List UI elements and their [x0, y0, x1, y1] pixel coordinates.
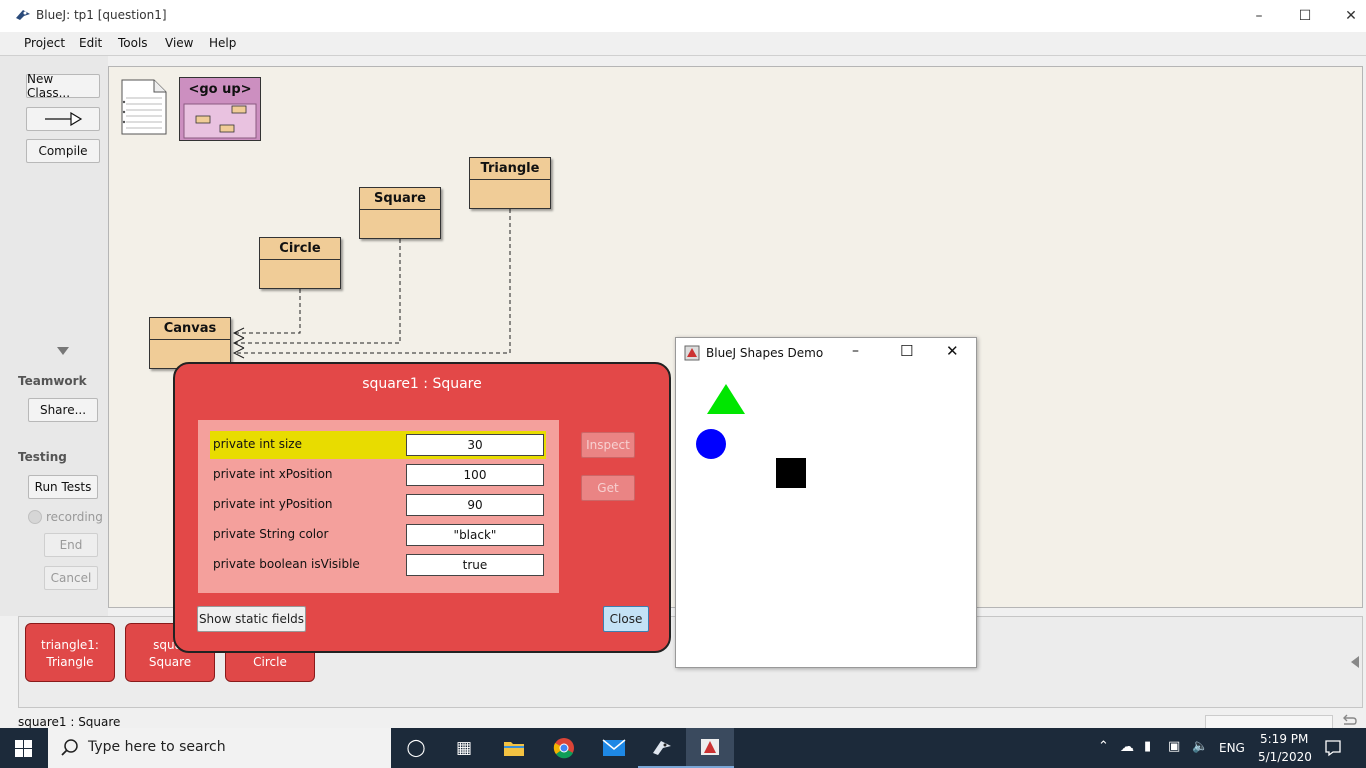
field-value: 100	[406, 464, 544, 486]
teamwork-label: Teamwork	[18, 374, 87, 388]
inspector-title: square1 : Square	[362, 376, 482, 392]
menu-help[interactable]: Help	[209, 36, 236, 50]
cancel-button[interactable]: Cancel	[44, 566, 98, 590]
menu-view[interactable]: View	[165, 36, 193, 50]
field-row-color[interactable]: private String color "black"	[210, 521, 546, 549]
class-canvas-name: Canvas	[150, 318, 230, 340]
field-label: private boolean isVisible	[213, 557, 360, 571]
inheritance-arrow-icon	[45, 112, 83, 126]
shapes-demo-taskbar-icon[interactable]	[686, 728, 734, 768]
package-contents-icon	[183, 103, 257, 139]
shapes-demo-window: BlueJ Shapes Demo – ☐ ✕	[675, 337, 977, 668]
close-window-button[interactable]: ✕	[1328, 0, 1366, 32]
object-type: Square	[148, 655, 192, 669]
chrome-icon[interactable]	[540, 728, 588, 768]
close-inspector-button[interactable]: Close	[603, 606, 649, 632]
field-label: private String color	[213, 527, 329, 541]
recording-indicator-icon	[28, 510, 42, 524]
shapes-close-button[interactable]: ✕	[946, 342, 959, 360]
clock-time[interactable]: 5:19 PM	[1260, 732, 1308, 746]
menu-edit[interactable]: Edit	[79, 36, 102, 50]
compile-button[interactable]: Compile	[26, 139, 100, 163]
field-row-xposition[interactable]: private int xPosition 100	[210, 461, 546, 489]
taskbar-search-box[interactable]: Type here to search	[48, 728, 391, 768]
window-titlebar: BlueJ: tp1 [question1] – ☐ ✕	[0, 0, 1366, 32]
class-triangle-name: Triangle	[470, 158, 550, 180]
minimize-button[interactable]: –	[1236, 0, 1282, 32]
class-square-name: Square	[360, 188, 440, 210]
network-icon[interactable]: ▣	[1168, 739, 1180, 754]
maximize-button[interactable]: ☐	[1282, 0, 1328, 32]
search-icon	[61, 739, 78, 756]
field-value: "black"	[406, 524, 544, 546]
class-square[interactable]: Square	[359, 187, 441, 239]
battery-icon[interactable]: ▮	[1144, 739, 1151, 754]
go-up-package[interactable]: <go up>	[179, 77, 261, 141]
java-app-icon	[684, 345, 700, 361]
share-button[interactable]: Share...	[28, 398, 98, 422]
go-up-label: <go up>	[188, 82, 252, 97]
bluej-app-icon	[16, 10, 30, 20]
object-type: Circle	[253, 655, 287, 669]
search-placeholder: Type here to search	[88, 739, 226, 755]
onedrive-icon[interactable]: ☁	[1120, 739, 1134, 755]
field-value: true	[406, 554, 544, 576]
green-triangle-shape	[707, 384, 745, 414]
windows-start-icon[interactable]	[15, 740, 32, 757]
mail-icon[interactable]	[590, 728, 638, 768]
undo-arrow-icon[interactable]	[1340, 714, 1358, 728]
window-title: BlueJ: tp1 [question1]	[36, 8, 167, 22]
collapse-triangle-icon[interactable]	[57, 347, 69, 357]
field-label: private int yPosition	[213, 497, 333, 511]
field-row-size[interactable]: private int size 30	[210, 431, 546, 459]
field-label: private int xPosition	[213, 467, 333, 481]
language-indicator[interactable]: ENG	[1219, 741, 1245, 755]
field-label: private int size	[213, 437, 302, 451]
clock-date[interactable]: 5/1/2020	[1258, 750, 1312, 764]
black-square-shape	[776, 458, 806, 488]
class-triangle[interactable]: Triangle	[469, 157, 551, 209]
run-tests-button[interactable]: Run Tests	[28, 475, 98, 499]
object-type: Triangle	[46, 655, 94, 669]
show-hidden-icons-chevron-icon[interactable]: ⌃	[1098, 739, 1109, 754]
cortana-icon[interactable]: ◯	[392, 728, 440, 768]
show-static-fields-button[interactable]: Show static fields	[197, 606, 306, 632]
end-button[interactable]: End	[44, 533, 98, 557]
field-value: 90	[406, 494, 544, 516]
blue-circle-shape	[696, 429, 726, 459]
shapes-maximize-button[interactable]: ☐	[900, 342, 913, 360]
field-row-isvisible[interactable]: private boolean isVisible true	[210, 551, 546, 579]
task-view-icon[interactable]: ▦	[440, 728, 488, 768]
new-inheritance-arrow-button[interactable]	[26, 107, 100, 131]
inspect-button[interactable]: Inspect	[581, 432, 635, 458]
bench-scroll-left-icon[interactable]	[1350, 656, 1360, 668]
class-circle[interactable]: Circle	[259, 237, 341, 289]
object-triangle1[interactable]: triangle1: Triangle	[25, 623, 115, 682]
class-circle-name: Circle	[260, 238, 340, 260]
windows-taskbar: Type here to search ◯ ▦ ⌃ ☁ ▮ ▣ 🔈 ENG 5:…	[0, 728, 1366, 768]
notification-center-icon[interactable]	[1324, 739, 1342, 757]
testing-label: Testing	[18, 450, 67, 464]
shapes-canvas	[696, 384, 806, 488]
fields-panel: private int size 30 private int xPositio…	[198, 420, 559, 593]
object-inspector-dialog: square1 : Square private int size 30 pri…	[173, 362, 671, 653]
field-value: 30	[406, 434, 544, 456]
status-bar-text: square1 : Square	[18, 715, 121, 729]
menu-bar: Project Edit Tools View Help	[0, 32, 1366, 56]
get-button[interactable]: Get	[581, 475, 635, 501]
file-explorer-icon[interactable]	[490, 728, 538, 768]
status-progress-area	[1205, 715, 1333, 729]
volume-icon[interactable]: 🔈	[1192, 739, 1208, 754]
shapes-minimize-button[interactable]: –	[852, 343, 859, 359]
bluej-taskbar-icon[interactable]	[638, 728, 686, 768]
field-row-yposition[interactable]: private int yPosition 90	[210, 491, 546, 519]
readme-note-icon[interactable]	[120, 78, 168, 136]
object-name: triangle1:	[41, 638, 99, 652]
new-class-button[interactable]: New Class...	[26, 72, 100, 100]
menu-project[interactable]: Project	[24, 36, 65, 50]
recording-label: recording	[46, 510, 103, 524]
menu-tools[interactable]: Tools	[118, 36, 148, 50]
shapes-window-title: BlueJ Shapes Demo	[706, 346, 824, 360]
